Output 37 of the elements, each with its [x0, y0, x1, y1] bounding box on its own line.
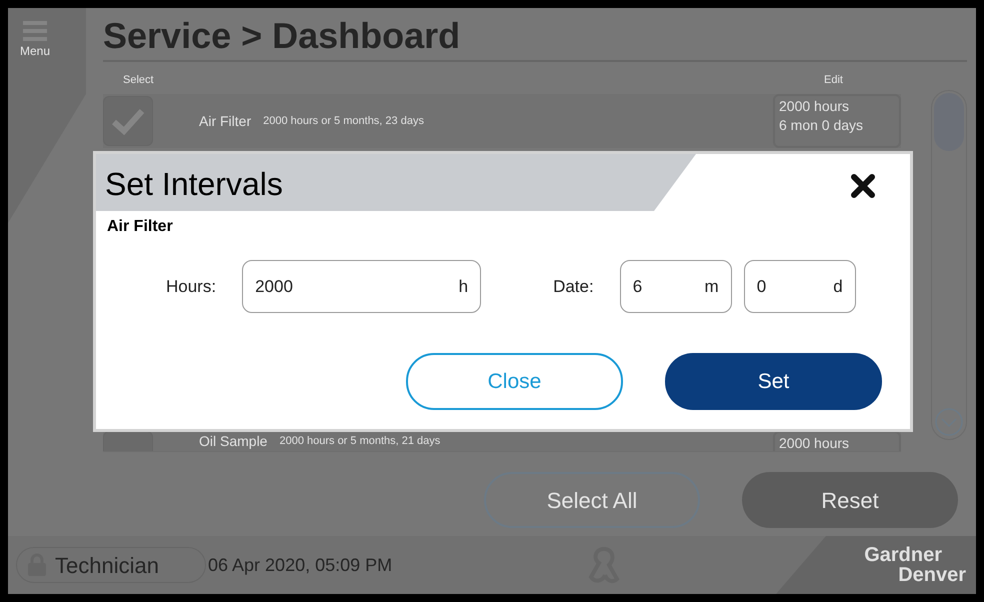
- close-icon: [850, 173, 876, 199]
- unit-label: d: [833, 276, 843, 298]
- brand-text: Denver: [898, 565, 966, 585]
- list-row[interactable]: Air Filter 2000 hours or 5 months, 23 days 2000 hours 6 mon 0 days: [103, 94, 901, 148]
- date-time: 06 Apr 2020, 05:09 PM: [208, 554, 392, 577]
- list-row[interactable]: Oil Sample 2000 hours or 5 months, 21 days 2000 hours: [103, 431, 901, 451]
- dialog-button[interactable]: Set: [665, 353, 882, 410]
- action-button[interactable]: Select All: [484, 472, 700, 528]
- dialog-title: Set Intervals: [105, 165, 283, 204]
- dialog-button[interactable]: Close: [406, 353, 623, 410]
- chevron-down-icon[interactable]: [934, 407, 964, 437]
- page-title: Service > Dashboard: [103, 14, 462, 58]
- field-label: Date:: [553, 276, 594, 298]
- user-badge[interactable]: Technician: [16, 547, 206, 583]
- item-detail: 2000 hours or 5 months, 21 days: [279, 434, 440, 448]
- action-button[interactable]: Reset: [742, 472, 958, 528]
- checkbox[interactable]: [103, 96, 153, 146]
- menu-button[interactable]: Menu: [20, 20, 50, 60]
- column-heading: Select: [123, 73, 154, 88]
- unit-label: m: [704, 276, 719, 298]
- brand-text: Gardner: [864, 545, 942, 565]
- menu-icon: [23, 20, 48, 42]
- input-field[interactable]: 0 d: [744, 260, 856, 313]
- check-icon: [111, 106, 145, 134]
- edit-field[interactable]: 2000 hours 6 mon 0 days: [773, 94, 901, 148]
- column-heading: Edit: [824, 73, 843, 88]
- unit-label: h: [458, 276, 468, 298]
- dialog-subtitle: Air Filter: [107, 217, 174, 237]
- item-name: Air Filter: [199, 112, 252, 128]
- user-label: Technician: [55, 552, 159, 580]
- field-label: Hours:: [166, 276, 216, 298]
- item-name: Oil Sample: [199, 433, 268, 449]
- input-field[interactable]: 2000 h: [242, 260, 482, 313]
- scrollbar[interactable]: [931, 90, 967, 440]
- item-detail: 2000 hours or 5 months, 23 days: [263, 114, 424, 128]
- close-button[interactable]: [850, 173, 876, 199]
- input-field[interactable]: 6 m: [620, 260, 732, 313]
